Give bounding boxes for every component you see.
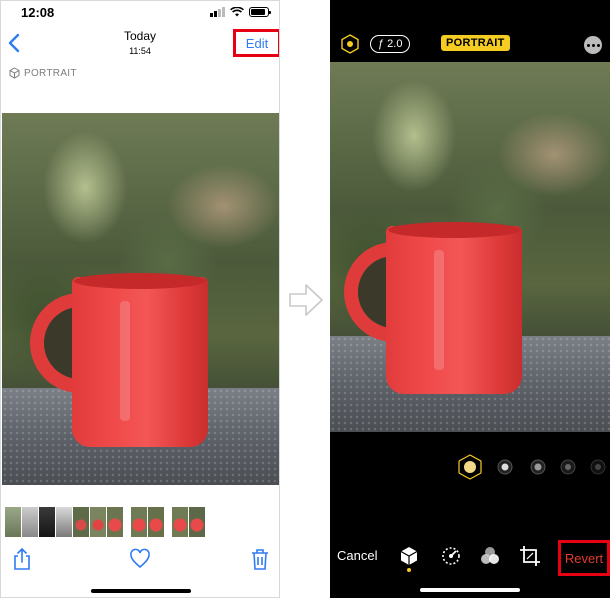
portrait-cube-icon bbox=[9, 67, 20, 79]
bottom-toolbar bbox=[1, 541, 279, 577]
crop-icon[interactable] bbox=[518, 544, 542, 568]
cancel-button[interactable]: Cancel bbox=[337, 548, 377, 563]
natural-light-icon[interactable] bbox=[457, 454, 483, 480]
system-icons bbox=[210, 7, 271, 17]
thumbnail[interactable] bbox=[189, 507, 205, 537]
edit-toolbar: Cancel Revert bbox=[330, 540, 610, 576]
status-time: 12:08 bbox=[21, 5, 55, 20]
thumbnail[interactable] bbox=[56, 507, 72, 537]
depth-control-icon[interactable] bbox=[340, 34, 360, 54]
stage-light-icon[interactable] bbox=[560, 459, 576, 475]
editor-top-bar: ƒ 2.0 PORTRAIT bbox=[330, 30, 610, 58]
stage-mono-icon[interactable] bbox=[590, 459, 606, 475]
mug-image bbox=[342, 222, 542, 402]
portrait-cube-icon[interactable] bbox=[397, 544, 421, 568]
thumbnail[interactable] bbox=[5, 507, 21, 537]
share-icon[interactable] bbox=[11, 547, 33, 571]
thumbnail[interactable] bbox=[148, 507, 164, 537]
status-bar bbox=[330, 0, 610, 22]
portrait-label: PORTRAIT bbox=[24, 67, 77, 79]
adjust-icon[interactable] bbox=[439, 544, 463, 568]
thumbnail[interactable] bbox=[172, 507, 188, 537]
signal-icon bbox=[210, 7, 225, 17]
home-indicator bbox=[91, 589, 191, 593]
edit-photo bbox=[330, 62, 610, 432]
filters-icon[interactable] bbox=[478, 544, 502, 568]
photo[interactable] bbox=[2, 113, 279, 485]
photo-viewer-screen: 12:08 Today 11:54 Edit PORTRAIT bbox=[0, 0, 280, 598]
fstop-label: ƒ 2.0 bbox=[378, 38, 403, 50]
studio-light-icon[interactable] bbox=[497, 459, 513, 475]
home-indicator bbox=[420, 588, 520, 592]
thumbnail[interactable] bbox=[73, 507, 89, 537]
nav-bar: Today 11:54 Edit bbox=[1, 23, 279, 63]
thumbnail[interactable] bbox=[131, 507, 147, 537]
thumbnail[interactable] bbox=[107, 507, 123, 537]
trash-icon[interactable] bbox=[249, 547, 271, 571]
battery-icon bbox=[249, 7, 271, 17]
wifi-icon bbox=[230, 7, 244, 17]
thumbnail[interactable] bbox=[22, 507, 38, 537]
portrait-lighting-selector[interactable] bbox=[330, 452, 610, 482]
screenshot-canvas: 12:08 Today 11:54 Edit PORTRAIT ƒ 2.0 PO… bbox=[0, 0, 610, 598]
portrait-toggle[interactable]: PORTRAIT bbox=[441, 35, 510, 51]
thumbnail[interactable] bbox=[39, 507, 55, 537]
revert-button[interactable]: Revert bbox=[558, 540, 610, 576]
status-bar: 12:08 bbox=[1, 1, 279, 23]
edit-button[interactable]: Edit bbox=[233, 29, 279, 57]
transition-arrow-icon bbox=[289, 284, 323, 316]
thumbnail-strip[interactable] bbox=[5, 507, 205, 537]
photo-editor-screen: ƒ 2.0 PORTRAIT Cancel Revert bbox=[330, 0, 610, 598]
heart-icon[interactable] bbox=[129, 547, 151, 571]
aperture-button[interactable]: ƒ 2.0 bbox=[370, 35, 411, 53]
thumbnail[interactable] bbox=[90, 507, 106, 537]
contour-light-icon[interactable] bbox=[530, 459, 546, 475]
mug-image bbox=[30, 273, 230, 453]
portrait-indicator: PORTRAIT bbox=[9, 67, 77, 79]
more-icon[interactable] bbox=[584, 36, 602, 54]
active-tool-indicator bbox=[407, 568, 411, 572]
